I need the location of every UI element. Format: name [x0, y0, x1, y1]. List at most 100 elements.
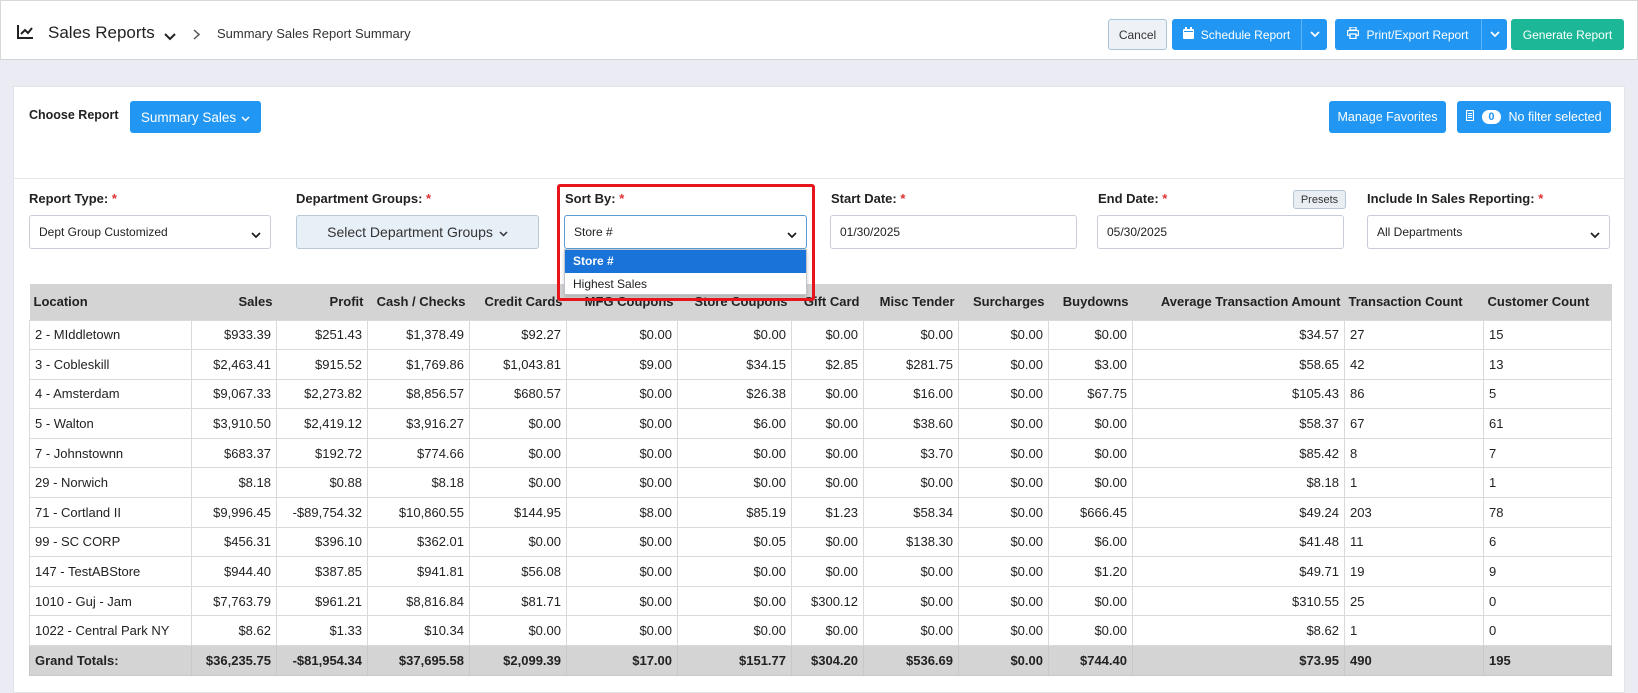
table-cell: 5 - Walton — [29, 408, 192, 439]
table-cell: $0.00 — [958, 437, 1049, 469]
print-export-button[interactable]: Print/Export Report — [1335, 19, 1507, 50]
table-cell: $0.00 — [1048, 319, 1133, 351]
generate-report-button[interactable]: Generate Report — [1511, 19, 1624, 50]
app-title[interactable]: Sales Reports — [48, 23, 155, 43]
table-row: 99 - SC CORP $456.31 $396.10 $362.01 $0.00 $0… — [29, 526, 1612, 558]
chevron-down-icon[interactable] — [164, 29, 176, 44]
table-cell: $192.72 — [276, 437, 368, 469]
table-cell: $0.00 — [958, 615, 1049, 647]
choose-report-dropdown[interactable]: Summary Sales — [130, 101, 261, 133]
schedule-report-button[interactable]: Schedule Report — [1172, 19, 1327, 50]
table-cell: 0 — [1483, 585, 1612, 617]
table-cell: $138.30 — [863, 526, 959, 558]
column-header[interactable]: Misc Tender — [863, 284, 959, 320]
table-cell: $0.00 — [958, 556, 1049, 587]
sort-option-store[interactable]: Store # — [565, 250, 806, 273]
column-header[interactable]: Credit Cards — [469, 284, 567, 320]
table-cell: $2.85 — [791, 349, 864, 380]
table-cell: $92.27 — [469, 319, 567, 351]
column-header[interactable]: Transaction Count — [1344, 284, 1484, 320]
table-cell: $9,067.33 — [191, 378, 277, 410]
table-cell: $0.00 — [863, 615, 959, 647]
table-cell: 4 - Amsterdam — [29, 378, 192, 410]
column-header[interactable]: Location — [29, 284, 192, 320]
sort-option-highest-sales[interactable]: Highest Sales — [565, 273, 806, 296]
department-groups-dropdown[interactable]: Select Department Groups — [296, 215, 539, 249]
table-cell: $666.45 — [1048, 497, 1133, 528]
include-in-sales-label: Include In Sales Reporting: * — [1367, 191, 1544, 206]
table-cell: 11 — [1344, 526, 1484, 558]
table-cell: $0.88 — [276, 467, 368, 499]
table-cell: 67 — [1344, 408, 1484, 439]
start-date-input[interactable]: 01/30/2025 — [830, 215, 1077, 249]
table-cell: $0.00 — [1048, 615, 1133, 647]
chevron-down-icon — [1590, 228, 1600, 242]
table-row: 1022 - Central Park NY $8.62 $1.33 $10.34 $0… — [29, 615, 1612, 647]
table-cell: $2,273.82 — [276, 378, 368, 410]
table-cell: $37,695.58 — [367, 645, 470, 676]
table-cell: $0.00 — [958, 585, 1049, 617]
table-header-row: Location Sales Profit Cash / Checks Cred… — [29, 284, 1612, 320]
table-cell: $9,996.45 — [191, 497, 277, 528]
table-cell: 71 - Cortland II — [29, 497, 192, 528]
table-cell: $73.95 — [1132, 645, 1345, 676]
report-dropdown-label: Summary Sales — [140, 109, 237, 125]
table-cell: $1,043.81 — [469, 349, 567, 380]
column-header[interactable]: Sales — [191, 284, 277, 320]
column-header[interactable]: Average Transaction Amount — [1132, 284, 1345, 320]
cancel-button[interactable]: Cancel — [1108, 19, 1167, 50]
table-cell: $536.69 — [863, 645, 959, 676]
column-header[interactable]: Surcharges — [958, 284, 1049, 320]
table-cell: 15 — [1483, 319, 1612, 351]
table-cell: $8.62 — [191, 615, 277, 647]
table-cell: $941.81 — [367, 556, 470, 587]
schedule-report-label: Schedule Report — [1200, 27, 1291, 42]
table-cell: $34.15 — [677, 349, 792, 380]
table-cell: $56.08 — [469, 556, 567, 587]
table-cell: $0.00 — [958, 645, 1049, 676]
table-cell: $0.00 — [677, 319, 792, 351]
table-cell: 8 — [1344, 437, 1484, 469]
table-cell: $81.71 — [469, 585, 567, 617]
table-cell: $3.70 — [863, 437, 959, 469]
table-cell: 490 — [1344, 645, 1484, 676]
table-cell: $38.60 — [863, 408, 959, 439]
table-cell: 29 - Norwich — [29, 467, 192, 499]
table-cell: $85.42 — [1132, 437, 1345, 469]
table-cell: 27 — [1344, 319, 1484, 351]
column-header[interactable]: Cash / Checks — [367, 284, 470, 320]
schedule-dropdown-toggle[interactable] — [1301, 19, 1327, 50]
table-cell: $2,463.41 — [191, 349, 277, 380]
table-cell: $744.40 — [1048, 645, 1133, 676]
include-in-sales-select[interactable]: All Departments — [1367, 215, 1610, 249]
column-header[interactable]: Buydowns — [1048, 284, 1133, 320]
table-row: 29 - Norwich $8.18 $0.88 $8.18 $0.00 $0.00 $0.… — [29, 467, 1612, 499]
table-cell: 1 — [1344, 615, 1484, 647]
table-cell: 147 - TestABStore — [29, 556, 192, 587]
report-type-select[interactable]: Dept Group Customized — [29, 215, 271, 249]
include-in-sales-value: All Departments — [1377, 225, 1463, 239]
column-header[interactable]: Customer Count — [1483, 284, 1612, 320]
table-cell: 1022 - Central Park NY — [29, 615, 192, 647]
filter-count-badge: 0 — [1482, 110, 1501, 124]
column-header[interactable]: Profit — [276, 284, 368, 320]
table-cell: $944.40 — [191, 556, 277, 587]
table-cell: 42 — [1344, 349, 1484, 380]
print-dropdown-toggle[interactable] — [1481, 19, 1507, 50]
report-type-value: Dept Group Customized — [39, 225, 168, 239]
presets-button[interactable]: Presets — [1293, 190, 1346, 209]
end-date-value: 05/30/2025 — [1107, 225, 1168, 239]
table-cell: $10,860.55 — [367, 497, 470, 528]
table-cell: $58.65 — [1132, 349, 1345, 380]
top-bar: Sales Reports Summary Sales Report Summa… — [0, 0, 1638, 60]
table-cell: -$81,954.34 — [276, 645, 368, 676]
sort-by-select[interactable]: Store # — [564, 215, 807, 249]
table-cell: $0.00 — [677, 437, 792, 469]
filter-button[interactable]: 0 No filter selected — [1457, 101, 1611, 133]
manage-favorites-button[interactable]: Manage Favorites — [1329, 101, 1446, 133]
report-type-label: Report Type: * — [29, 191, 117, 206]
table-cell: $0.00 — [677, 467, 792, 499]
table-cell: $0.00 — [958, 378, 1049, 410]
table-cell: $58.34 — [863, 497, 959, 528]
end-date-input[interactable]: 05/30/2025 — [1097, 215, 1344, 249]
